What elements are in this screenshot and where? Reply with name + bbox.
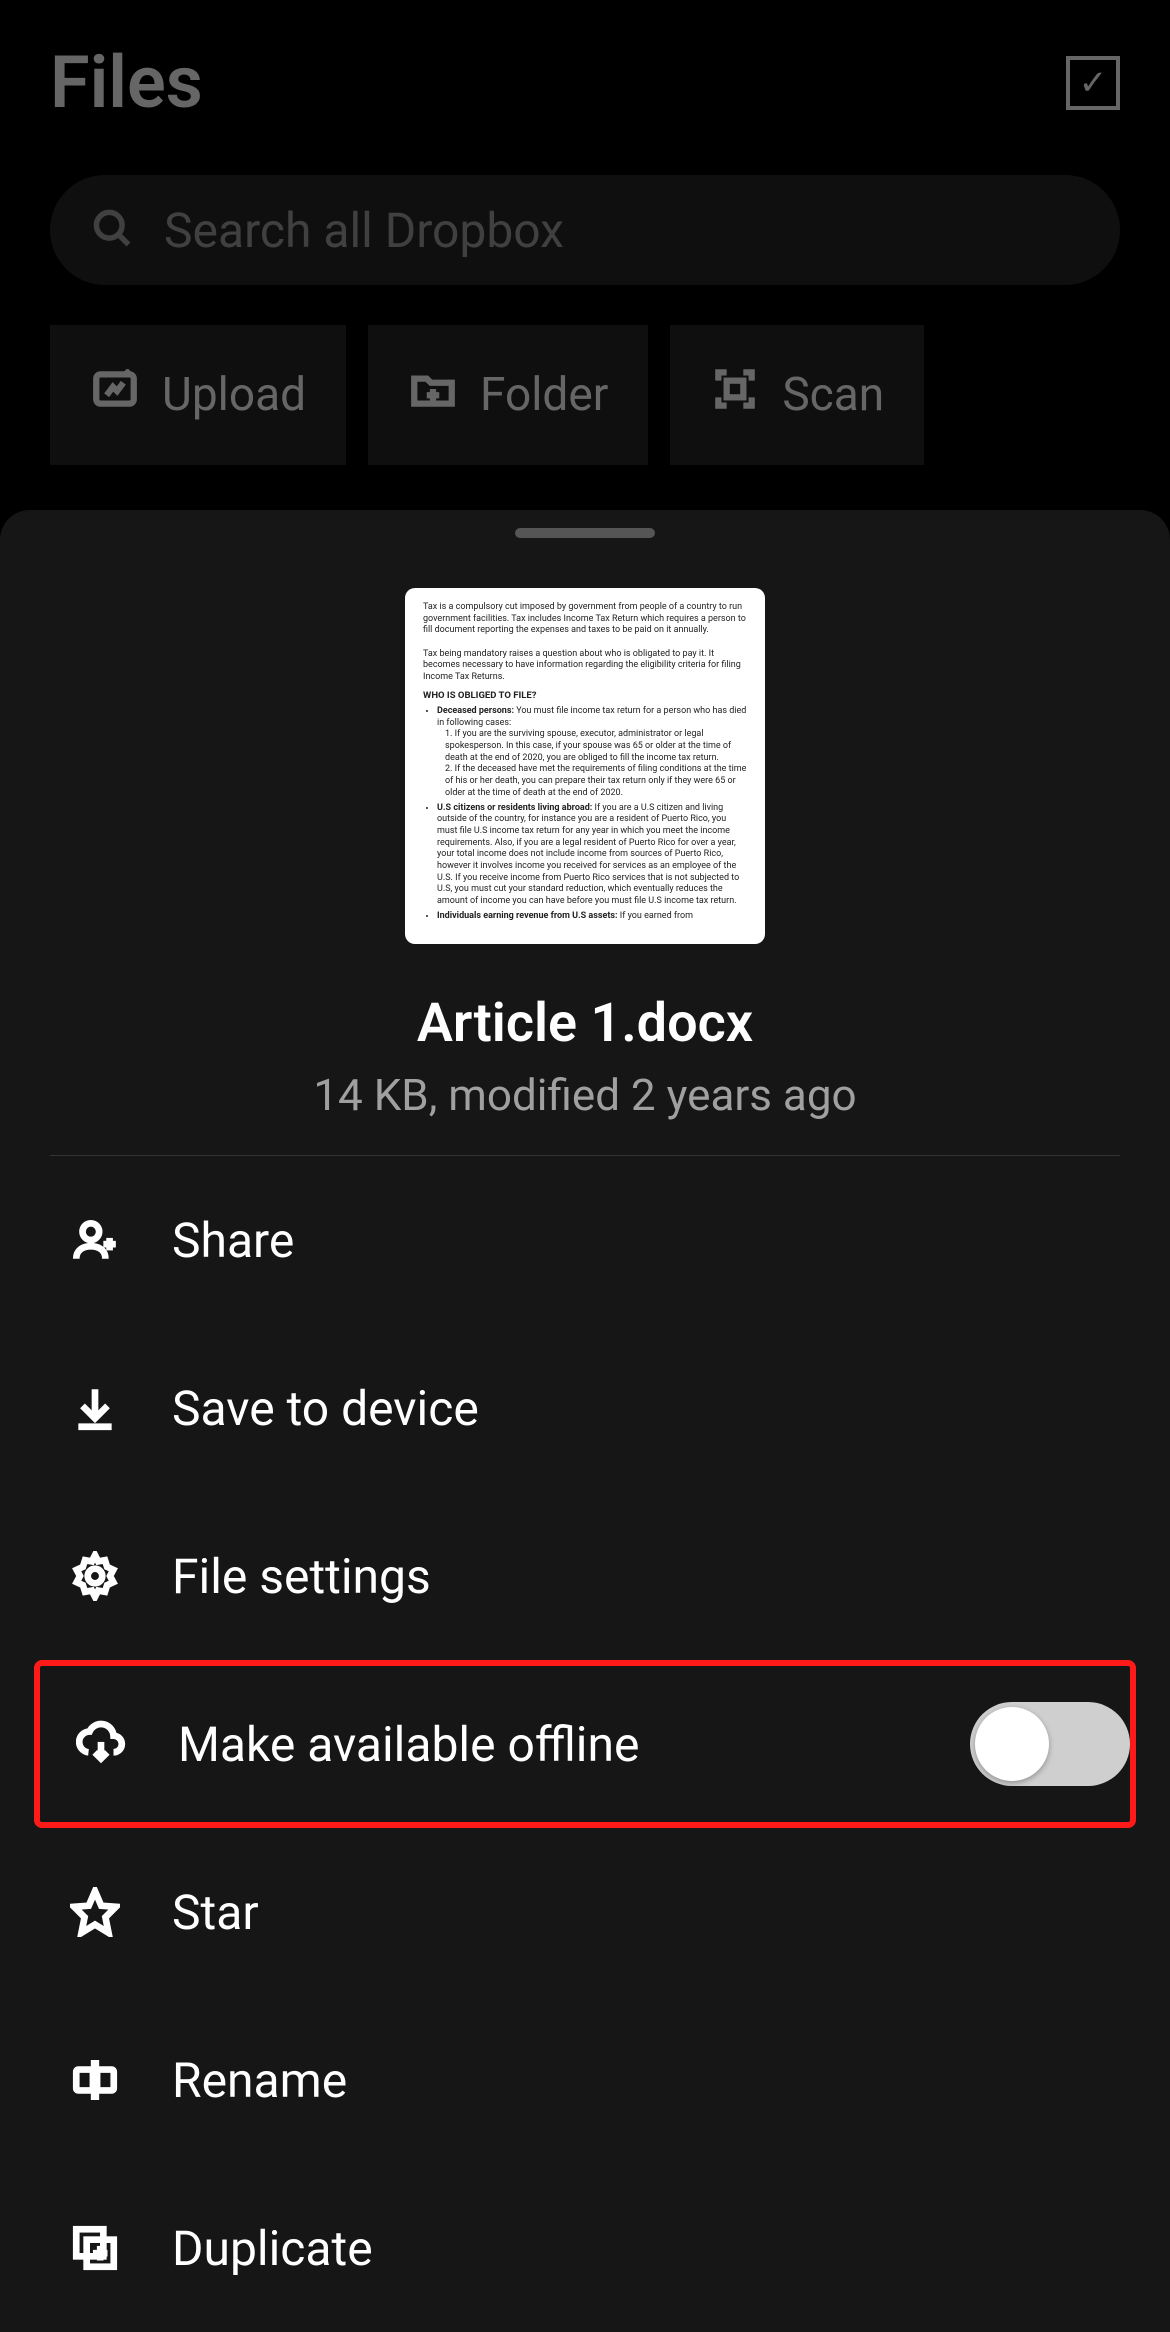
duplicate-item[interactable]: Duplicate — [0, 2164, 1170, 2332]
file-settings-item[interactable]: File settings — [0, 1492, 1170, 1660]
header: Files ✓ — [0, 0, 1170, 155]
star-label: Star — [172, 1884, 259, 1941]
page-title: Files — [50, 40, 203, 125]
search-input[interactable]: Search all Dropbox — [50, 175, 1120, 285]
make-available-offline-item[interactable]: Make available offline — [34, 1660, 1136, 1828]
star-item[interactable]: Star — [0, 1828, 1170, 1996]
file-options-sheet: Tax is a compulsory cut imposed by gover… — [0, 510, 1170, 2332]
quick-actions: Upload Folder Scan — [0, 285, 1170, 465]
file-thumbnail: Tax is a compulsory cut imposed by gover… — [405, 588, 765, 944]
rename-item[interactable]: Rename — [0, 1996, 1170, 2164]
gear-icon — [70, 1551, 120, 1601]
offline-label: Make available offline — [178, 1716, 639, 1773]
share-icon — [70, 1215, 120, 1265]
toggle-knob — [975, 1707, 1049, 1781]
save-to-device-item[interactable]: Save to device — [0, 1324, 1170, 1492]
duplicate-label: Duplicate — [172, 2220, 373, 2277]
save-label: Save to device — [172, 1380, 479, 1437]
offline-toggle[interactable] — [970, 1702, 1130, 1786]
scan-button[interactable]: Scan — [670, 325, 924, 465]
star-icon — [70, 1887, 120, 1937]
file-menu: Share Save to device File settings Make … — [0, 1156, 1170, 2332]
share-item[interactable]: Share — [0, 1156, 1170, 1324]
folder-label: Folder — [480, 368, 608, 422]
file-meta: 14 KB, modified 2 years ago — [0, 1069, 1170, 1121]
rename-label: Rename — [172, 2052, 347, 2109]
file-name: Article 1.docx — [0, 992, 1170, 1055]
background-dim: Files ✓ Search all Dropbox Upload Folder… — [0, 0, 1170, 510]
cloud-download-icon — [76, 1719, 126, 1769]
sheet-grabber[interactable] — [515, 528, 655, 538]
folder-add-icon — [408, 364, 458, 426]
scan-icon — [710, 364, 760, 426]
upload-label: Upload — [162, 368, 306, 422]
duplicate-icon — [70, 2223, 120, 2273]
upload-icon — [90, 364, 140, 426]
settings-label: File settings — [172, 1548, 431, 1605]
folder-button[interactable]: Folder — [368, 325, 648, 465]
upload-button[interactable]: Upload — [50, 325, 346, 465]
download-icon — [70, 1383, 120, 1433]
rename-icon — [70, 2055, 120, 2105]
search-placeholder: Search all Dropbox — [164, 202, 564, 259]
share-label: Share — [172, 1212, 294, 1269]
multiselect-icon[interactable]: ✓ — [1066, 56, 1120, 110]
search-icon — [90, 206, 134, 254]
scan-label: Scan — [782, 368, 884, 422]
